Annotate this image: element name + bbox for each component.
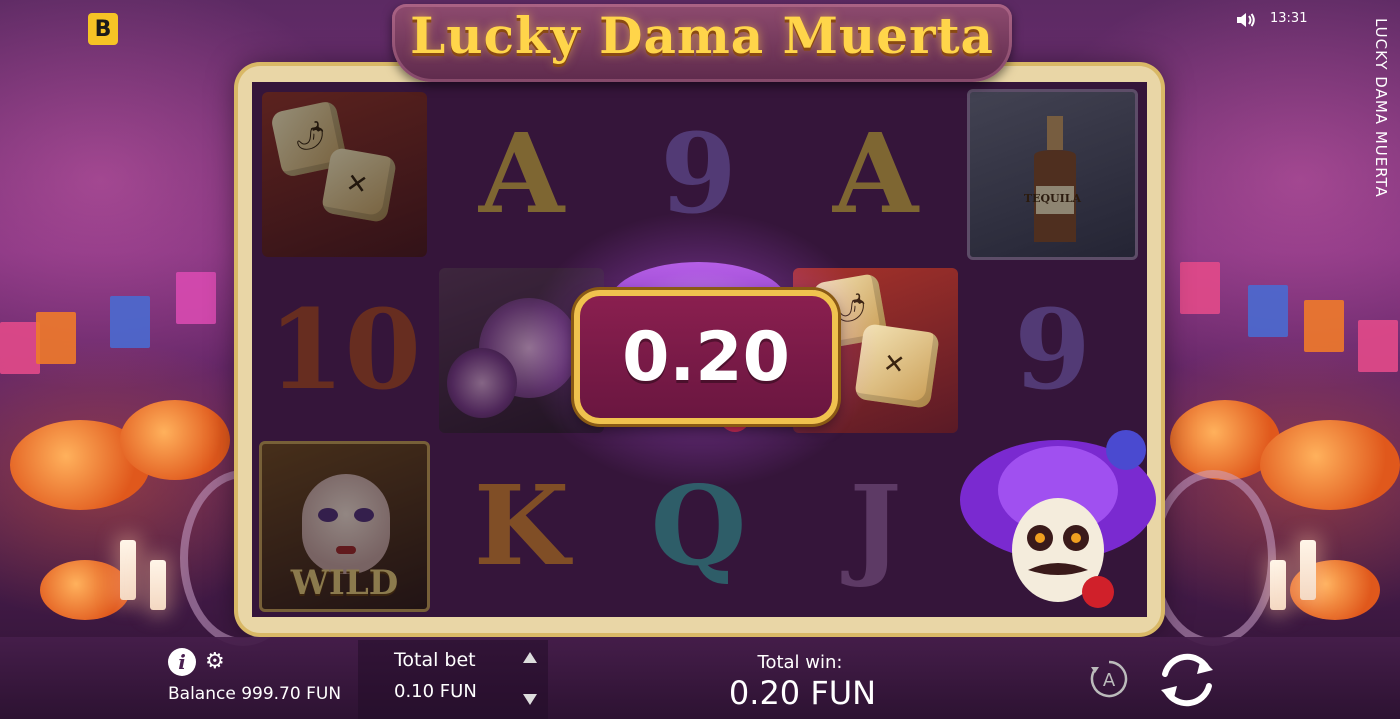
papel-picado-flag: [1304, 300, 1344, 352]
tequila-bottle-icon: [1034, 115, 1076, 242]
brand-logo: B: [88, 13, 118, 45]
symbol-dice: 🌶 ✕: [256, 86, 433, 262]
autoplay-icon[interactable]: A: [1089, 659, 1129, 699]
wild-label: WILD: [290, 562, 399, 603]
candle: [1300, 540, 1316, 600]
symbol-tequila: TEQUILA: [964, 86, 1141, 262]
win-amount-popup: 0.20: [574, 290, 838, 424]
win-amount: 0.20: [622, 317, 790, 397]
skull-sombrero-symbol: [960, 430, 1156, 608]
reel-column-1: 🌶 ✕ 10 WILD: [256, 82, 433, 617]
cart-wheel: [1150, 470, 1276, 646]
game-title: Lucky Dama Muerta: [410, 6, 994, 65]
tequila-label: TEQUILA: [1023, 191, 1082, 205]
catrina-face: [302, 473, 390, 574]
side-game-title: LUCKY DAMA MUERTA: [1372, 18, 1390, 198]
svg-text:A: A: [1103, 670, 1116, 691]
candle: [1270, 560, 1286, 610]
sound-icon[interactable]: [1236, 11, 1256, 29]
papel-picado-flag: [110, 296, 150, 348]
marigold-flowers: [1260, 420, 1400, 510]
papel-picado-flag: [36, 312, 76, 364]
marigold-flowers: [120, 400, 230, 480]
papel-picado-flag: [1180, 262, 1220, 314]
papel-picado-flag: [1248, 285, 1288, 337]
papel-picado-flag: [0, 322, 40, 374]
candle: [150, 560, 166, 610]
clock: 13:31: [1270, 11, 1308, 26]
symbol-9: 9: [1014, 285, 1091, 414]
spin-icon[interactable]: [1153, 646, 1221, 714]
papel-picado-flag: [1358, 320, 1398, 372]
candle: [120, 540, 136, 600]
symbol-10: 10: [267, 285, 422, 414]
marigold-flowers: [40, 560, 130, 620]
papel-picado-flag: [176, 272, 216, 324]
symbol-wild: WILD: [256, 438, 433, 614]
